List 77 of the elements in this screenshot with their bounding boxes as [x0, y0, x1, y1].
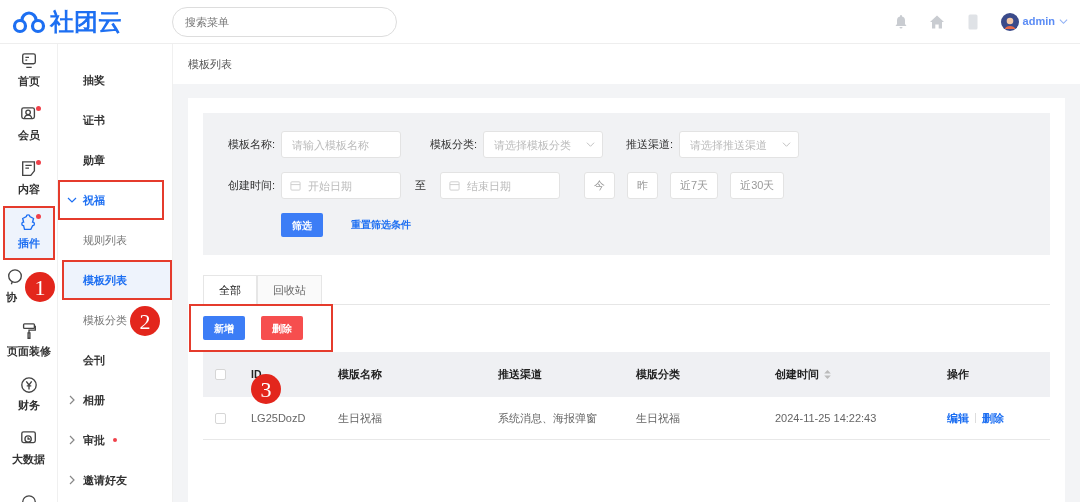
submenu-item[interactable]: 证书 [58, 100, 172, 140]
field-label: 模板名称: [226, 137, 275, 153]
column-header: 模版分类 [636, 366, 680, 382]
rail-item[interactable]: 会员 [2, 98, 55, 152]
annotation-callout: 2 [130, 306, 160, 336]
chevron-right-icon [67, 395, 77, 405]
notification-dot [113, 438, 117, 442]
table-cell-text: LG25DozD [251, 410, 306, 426]
chevron-right-icon [67, 435, 77, 445]
filter-button[interactable]: 筛选 [281, 213, 323, 237]
input-field[interactable]: 请输入模板名称 [281, 131, 401, 158]
date-field[interactable]: 结束日期 [440, 172, 560, 199]
table-cell-text: 2024-11-25 14:22:43 [775, 410, 877, 426]
yen-icon [19, 376, 38, 395]
breadcrumb: 模板列表 [188, 56, 232, 72]
submenu-item[interactable]: 审批 [58, 420, 172, 460]
date-field[interactable]: 开始日期 [281, 172, 401, 199]
field-label: 模板分类: [428, 137, 477, 153]
delete-link[interactable]: 删除 [982, 409, 1004, 427]
rail-item[interactable]: 大数据 [2, 422, 55, 476]
table-cell-text: 系统消息、海报弹窗 [498, 410, 597, 426]
tab[interactable]: 回收站 [257, 275, 322, 304]
tab[interactable]: 全部 [203, 275, 257, 304]
select-field[interactable]: 请选择推送渠道 [679, 131, 799, 158]
rail-item[interactable]: 财务 [2, 368, 55, 422]
caret-icon [586, 140, 595, 149]
calendar-icon [449, 180, 460, 191]
submenu-item[interactable]: 祝福 [58, 180, 164, 220]
submenu-item[interactable]: 相册 [58, 380, 172, 420]
date-range-button[interactable]: 近30天 [730, 172, 785, 199]
submenu-item[interactable]: 邀请好友 [58, 460, 172, 500]
submenu-item[interactable]: 规则列表 [58, 220, 172, 260]
date-range-button[interactable]: 今 [584, 172, 615, 199]
field-label: 推送渠道: [624, 137, 673, 153]
note-icon [19, 160, 38, 179]
rail-item[interactable]: 页面装修 [2, 314, 55, 368]
logo-text: 社团云 [50, 6, 122, 37]
calendar-icon [290, 180, 301, 191]
date-separator: 至 [415, 178, 426, 194]
puzzle-icon [19, 214, 38, 233]
monitor-icon [19, 52, 38, 71]
column-header: 模版名称 [338, 366, 382, 382]
rail-item[interactable]: 首页 [2, 44, 55, 98]
date-range-button[interactable]: 昨 [627, 172, 658, 199]
caret-icon [782, 140, 791, 149]
select-all-checkbox[interactable] [215, 369, 226, 380]
submenu-item[interactable]: 抽奖 [58, 60, 172, 100]
rail-item[interactable]: 插件 [2, 206, 55, 260]
column-header[interactable]: 创建时间 [775, 366, 819, 383]
annotation-callout: 1 [25, 272, 55, 302]
edit-link[interactable]: 编辑 [947, 409, 969, 427]
speech-bubble-icon [6, 268, 24, 287]
field-label: 创建时间: [226, 178, 275, 194]
delete-button[interactable]: 删除 [261, 316, 303, 340]
column-header: 操作 [947, 366, 969, 382]
chevron-right-icon [67, 475, 77, 485]
rail-item[interactable]: 内容 [2, 152, 55, 206]
search-field[interactable]: 搜索菜单 [172, 6, 397, 37]
add-button[interactable]: 新增 [203, 316, 245, 340]
avatar-icon[interactable] [1000, 12, 1019, 31]
reset-filters-link[interactable]: 重置筛选条件 [351, 217, 411, 233]
username-menu[interactable]: admin [1022, 13, 1055, 30]
select-field[interactable]: 请选择模板分类 [483, 131, 603, 158]
row-checkbox[interactable] [215, 412, 226, 424]
table-cell-text: 生日祝福 [338, 410, 382, 426]
chevron-down-icon [67, 195, 77, 205]
submenu-item[interactable]: 模板分类 [58, 300, 129, 340]
date-range-button[interactable]: 近7天 [670, 172, 719, 199]
submenu-item[interactable]: 会刊 [58, 340, 172, 380]
submenu-item[interactable]: 模板列表 [62, 260, 172, 300]
submenu-item[interactable]: 勋章 [58, 140, 172, 180]
logo-icon [12, 8, 46, 35]
caret-icon [1059, 17, 1068, 26]
table-cell-text: 生日祝福 [636, 410, 680, 426]
home-icon[interactable] [928, 13, 945, 30]
rail-item[interactable]: 协 [6, 260, 24, 314]
column-header: 推送渠道 [498, 366, 542, 382]
